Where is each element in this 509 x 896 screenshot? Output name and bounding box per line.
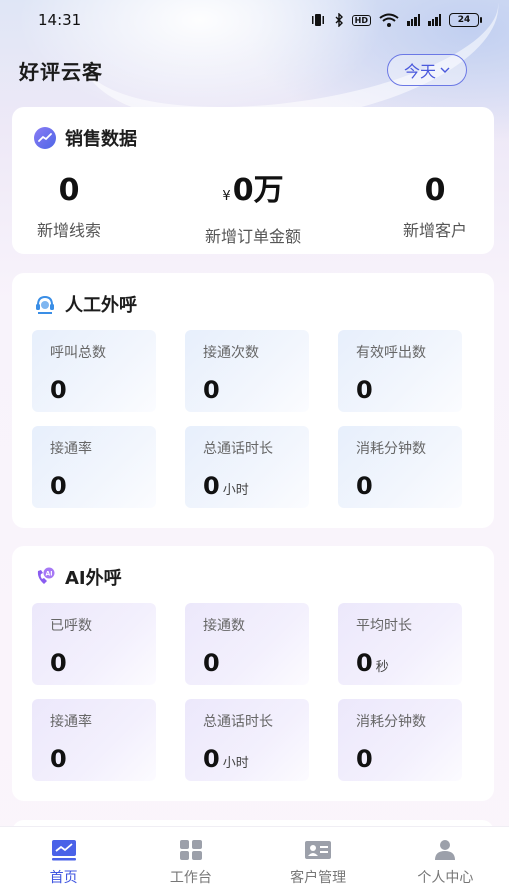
tile-label: 总通话时长	[203, 441, 273, 457]
ai-phone-icon: AI	[37, 567, 55, 584]
bottom-tab-bar: 首页 工作台 客户管理 个人中心	[0, 826, 509, 896]
tile-unit: 小时	[222, 756, 249, 771]
manual-call-card: 人工外呼 呼叫总数 0 接通次数 0 有效呼出数 0 接通率 0 总通话时长 0…	[12, 273, 494, 528]
tab-customer-management[interactable]: 客户管理	[255, 827, 382, 896]
person-icon	[435, 840, 456, 860]
currency-symbol: ¥	[222, 189, 231, 204]
wifi-icon	[379, 13, 399, 27]
tile-value: 0	[50, 649, 67, 677]
status-time: 14:31	[38, 11, 82, 29]
manual-call-title-text: 人工外呼	[65, 295, 137, 316]
tile-value: 0	[356, 376, 373, 404]
chart-icon	[51, 840, 76, 861]
new-customers-value: 0	[424, 173, 446, 208]
trend-icon	[34, 127, 56, 149]
tile-label: 呼叫总数	[50, 345, 106, 361]
new-leads-stat[interactable]: 0 新增线索	[0, 171, 149, 241]
tile-value: 0	[50, 745, 67, 773]
tile-value: 0	[203, 745, 220, 773]
total-talk-time-tile[interactable]: 总通话时长 0 小时	[185, 426, 309, 508]
tile-value: 0	[50, 376, 67, 404]
new-order-amount-label: 新增订单金额	[204, 227, 301, 246]
battery-icon: 24	[449, 13, 482, 27]
ai-call-card: AI AI外呼 已呼数 0 接通数 0 平均时长 0秒 接通率 0 总通话时长 …	[12, 546, 494, 801]
tab-personal-center-label: 个人中心	[417, 870, 474, 886]
ai-call-title: AI AI外呼	[34, 564, 122, 590]
sales-data-card: 销售数据 0 新增线索 ¥0万 新增订单金额 0 新增客户	[12, 107, 494, 254]
ai-call-title-text: AI外呼	[65, 568, 122, 589]
tile-label: 接通数	[203, 618, 245, 634]
tile-label: 接通率	[50, 441, 92, 457]
connected-count-tile[interactable]: 接通次数 0	[185, 330, 309, 412]
tile-value: 0	[356, 472, 373, 500]
sales-card-title: 销售数据	[34, 125, 137, 151]
tile-value: 0	[203, 472, 220, 500]
total-calls-tile[interactable]: 呼叫总数 0	[32, 330, 156, 412]
minutes-consumed-tile[interactable]: 消耗分钟数 0	[338, 426, 462, 508]
tile-label: 消耗分钟数	[356, 441, 426, 457]
new-order-amount-value: 0万	[232, 173, 284, 208]
bluetooth-icon	[335, 13, 343, 27]
manual-call-title: 人工外呼	[34, 291, 137, 317]
tile-label: 消耗分钟数	[356, 714, 426, 730]
tab-workbench-label: 工作台	[169, 870, 212, 886]
tile-value: 0	[356, 745, 373, 773]
svg-text:AI: AI	[46, 571, 53, 578]
hd-icon: HD	[351, 14, 371, 26]
effective-outbound-tile[interactable]: 有效呼出数 0	[338, 330, 462, 412]
tile-value: 0	[356, 649, 373, 677]
called-count-tile[interactable]: 已呼数 0	[32, 603, 156, 685]
minutes-consumed-tile[interactable]: 消耗分钟数 0	[338, 699, 462, 781]
tile-label: 接通次数	[203, 345, 259, 361]
date-filter-label: 今天	[403, 62, 436, 81]
app-title: 好评云客	[19, 59, 103, 84]
tab-personal-center[interactable]: 个人中心	[382, 827, 509, 896]
connected-tile[interactable]: 接通数 0	[185, 603, 309, 685]
id-card-icon	[305, 841, 332, 859]
new-customers-label: 新增客户	[402, 221, 467, 240]
status-bar: 14:31 HD 24	[0, 0, 509, 40]
tile-value: 0	[203, 376, 220, 404]
grid-icon	[179, 840, 202, 860]
tab-workbench[interactable]: 工作台	[127, 827, 254, 896]
connect-rate-tile[interactable]: 接通率 0	[32, 426, 156, 508]
new-leads-label: 新增线索	[36, 221, 101, 240]
new-customers-stat[interactable]: 0 新增客户	[355, 171, 509, 241]
app-header: 好评云客 今天	[0, 52, 509, 88]
tile-label: 总通话时长	[203, 714, 273, 730]
tile-unit: 秒	[375, 660, 389, 675]
tile-label: 接通率	[50, 714, 92, 730]
connect-rate-tile[interactable]: 接通率 0	[32, 699, 156, 781]
date-filter-button[interactable]: 今天	[387, 54, 467, 86]
tile-label: 已呼数	[50, 618, 92, 634]
new-order-amount-stat[interactable]: ¥0万 新增订单金额	[173, 171, 333, 247]
tab-home[interactable]: 首页	[0, 827, 127, 896]
vibrate-icon	[311, 14, 324, 26]
headset-icon	[36, 295, 54, 314]
tile-label: 平均时长	[356, 618, 412, 634]
tile-value: 0	[50, 472, 67, 500]
tab-customer-management-label: 客户管理	[290, 870, 347, 886]
new-leads-value: 0	[58, 173, 80, 208]
tile-value: 0	[203, 649, 220, 677]
average-duration-tile[interactable]: 平均时长 0秒	[338, 603, 462, 685]
total-talk-time-tile[interactable]: 总通话时长 0 小时	[185, 699, 309, 781]
chevron-down-icon	[440, 67, 450, 73]
sales-title-text: 销售数据	[65, 129, 137, 150]
tile-unit: 小时	[222, 483, 249, 498]
tile-label: 有效呼出数	[356, 345, 426, 361]
signal-icon-2	[428, 14, 441, 26]
tab-home-label: 首页	[49, 870, 78, 886]
signal-icon	[407, 14, 420, 26]
